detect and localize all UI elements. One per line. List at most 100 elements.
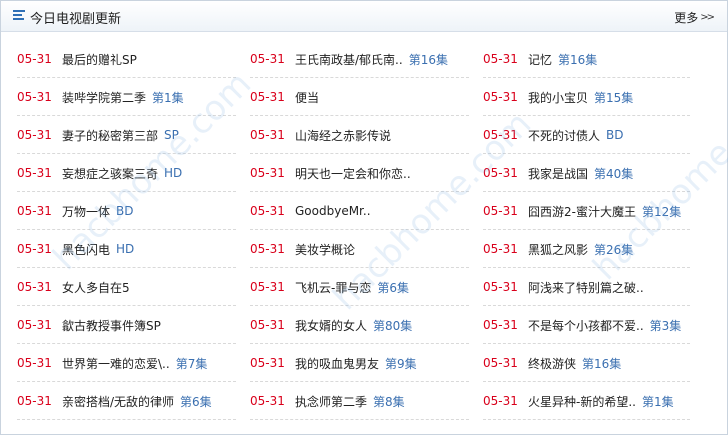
episode-link[interactable]: BD xyxy=(606,128,623,142)
show-title-link[interactable]: 我女婿的女人 xyxy=(295,317,367,334)
update-date: 05-31 xyxy=(483,280,518,294)
list-item[interactable]: 05-31 火星异种-新的希望.. 第1集 xyxy=(483,382,716,420)
list-item[interactable]: 05-31 不是每个小孩都不爱.. 第3集 xyxy=(483,306,716,344)
list-item[interactable]: 05-31 妄想症之骇案三奇 HD xyxy=(17,154,250,192)
episode-link[interactable]: 第7集 xyxy=(176,355,208,372)
show-title-link[interactable]: 飞机云-罪与恋 xyxy=(295,279,371,296)
episode-link[interactable]: HD xyxy=(116,242,134,256)
show-title-link[interactable]: 装哔学院第二季 xyxy=(62,89,146,106)
list-item[interactable]: 05-31 最后的赠礼SP xyxy=(17,40,250,78)
show-title-link[interactable]: 不是每个小孩都不爱.. xyxy=(528,317,644,334)
list-item[interactable]: 05-31 终极游侠 第16集 xyxy=(483,344,716,382)
list-item[interactable]: 05-31 万物一体 BD xyxy=(17,192,250,230)
show-title-link[interactable]: 火星异种-新的希望.. xyxy=(528,393,636,410)
update-date: 05-31 xyxy=(250,356,285,370)
show-title-link[interactable]: 黑狐之风影 xyxy=(528,241,588,258)
episode-link[interactable]: 第12集 xyxy=(642,203,681,220)
list-item[interactable]: 05-31 亲密搭档/无敌的律师 第6集 xyxy=(17,382,250,420)
show-title-link[interactable]: 记忆 xyxy=(528,51,552,68)
episode-link[interactable]: 第6集 xyxy=(180,393,212,410)
dashed-divider xyxy=(250,419,469,420)
list-item[interactable]: 05-31 GoodbyeMr.. xyxy=(250,192,483,230)
list-item[interactable]: 05-31 我的吸血鬼男友 第9集 xyxy=(250,344,483,382)
update-date: 05-31 xyxy=(250,90,285,104)
episode-link[interactable]: 第40集 xyxy=(594,165,633,182)
list-item[interactable]: 05-31 黑狐之风影 第26集 xyxy=(483,230,716,268)
show-title-link[interactable]: 执念师第二季 xyxy=(295,393,367,410)
episode-link[interactable]: BD xyxy=(116,204,133,218)
list-item[interactable]: 05-31 世界第一难的恋爱\.. 第7集 xyxy=(17,344,250,382)
update-date: 05-31 xyxy=(17,356,52,370)
episode-link[interactable]: 第8集 xyxy=(373,393,405,410)
show-title-link[interactable]: 妄想症之骇案三奇 xyxy=(62,165,158,182)
update-date: 05-31 xyxy=(17,166,52,180)
list-item[interactable]: 05-31 不死的讨债人 BD xyxy=(483,116,716,154)
list-item[interactable]: 05-31 明天也一定会和你恋.. xyxy=(250,154,483,192)
list-item[interactable]: 05-31 我的小宝贝 第15集 xyxy=(483,78,716,116)
show-title-link[interactable]: 山海经之赤影传说 xyxy=(295,127,391,144)
show-title-link[interactable]: 黑色闪电 xyxy=(62,241,110,258)
show-title-link[interactable]: 妻子的秘密第三部 xyxy=(62,127,158,144)
list-item[interactable]: 05-31 妻子的秘密第三部 SP xyxy=(17,116,250,154)
episode-link[interactable]: HD xyxy=(164,166,182,180)
list-item[interactable]: 05-31 山海经之赤影传说 xyxy=(250,116,483,154)
show-title-link[interactable]: 女人多自在5 xyxy=(62,279,130,296)
show-title-link[interactable]: 美妆学概论 xyxy=(295,241,355,258)
show-title-link[interactable]: 亲密搭档/无敌的律师 xyxy=(62,393,174,410)
show-title-link[interactable]: GoodbyeMr.. xyxy=(295,204,371,218)
episode-link[interactable]: SP xyxy=(164,128,179,142)
list-item[interactable]: 05-31 我家是战国 第40集 xyxy=(483,154,716,192)
update-date: 05-31 xyxy=(483,128,518,142)
episode-link[interactable]: 第9集 xyxy=(385,355,417,372)
list-item[interactable]: 05-31 飞机云-罪与恋 第6集 xyxy=(250,268,483,306)
show-title-link[interactable]: 王氏南政基/郁氏南.. xyxy=(295,51,403,68)
show-title-link[interactable]: 世界第一难的恋爱\.. xyxy=(62,355,170,372)
dashed-divider xyxy=(483,419,690,420)
episode-link[interactable]: 第6集 xyxy=(377,279,409,296)
episode-link[interactable]: 第26集 xyxy=(594,241,633,258)
show-title-link[interactable]: 万物一体 xyxy=(62,203,110,220)
episode-link[interactable]: 第16集 xyxy=(558,51,597,68)
show-title-link[interactable]: 明天也一定会和你恋.. xyxy=(295,165,411,182)
list-item[interactable]: 05-31 黑色闪电 HD xyxy=(17,230,250,268)
panel-header: 今日电视剧更新 更多 >> xyxy=(1,1,727,32)
episode-link[interactable]: 第3集 xyxy=(650,317,682,334)
show-title-link[interactable]: 便当 xyxy=(295,89,319,106)
episode-link[interactable]: 第1集 xyxy=(152,89,184,106)
more-link[interactable]: 更多 >> xyxy=(674,9,715,26)
list-item[interactable]: 05-31 执念师第二季 第8集 xyxy=(250,382,483,420)
list-item[interactable]: 05-31 女人多自在5 xyxy=(17,268,250,306)
episode-link[interactable]: 第16集 xyxy=(409,51,448,68)
list-item[interactable]: 05-31 囧西游2-蜜汁大魔王 第12集 xyxy=(483,192,716,230)
update-date: 05-31 xyxy=(17,52,52,66)
episode-link[interactable]: 第1集 xyxy=(642,393,674,410)
list-item[interactable]: 05-31 装哔学院第二季 第1集 xyxy=(17,78,250,116)
update-date: 05-31 xyxy=(483,318,518,332)
list-item[interactable]: 05-31 王氏南政基/郁氏南.. 第16集 xyxy=(250,40,483,78)
update-date: 05-31 xyxy=(483,242,518,256)
list-item[interactable]: 05-31 我女婿的女人 第80集 xyxy=(250,306,483,344)
list-item[interactable]: 05-31 歙古教授事件簿SP xyxy=(17,306,250,344)
show-title-link[interactable]: 阿浅来了特别篇之破.. xyxy=(528,279,644,296)
list-item[interactable]: 05-31 阿浅来了特别篇之破.. xyxy=(483,268,716,306)
episode-link[interactable]: 第16集 xyxy=(582,355,621,372)
show-title-link[interactable]: 歙古教授事件簿SP xyxy=(62,317,161,334)
show-title-link[interactable]: 最后的赠礼SP xyxy=(62,51,137,68)
show-title-link[interactable]: 我的吸血鬼男友 xyxy=(295,355,379,372)
episode-link[interactable]: 第15集 xyxy=(594,89,633,106)
show-title-link[interactable]: 我家是战国 xyxy=(528,165,588,182)
list-item[interactable]: 05-31 记忆 第16集 xyxy=(483,40,716,78)
update-date: 05-31 xyxy=(17,204,52,218)
update-date: 05-31 xyxy=(17,280,52,294)
show-title-link[interactable]: 不死的讨债人 xyxy=(528,127,600,144)
column-2: 05-31 王氏南政基/郁氏南.. 第16集 05-31 便当 05-31 山海经之赤影传说… xyxy=(250,40,483,420)
episode-link[interactable]: 第80集 xyxy=(373,317,412,334)
show-title-link[interactable]: 囧西游2-蜜汁大魔王 xyxy=(528,203,636,220)
update-grid: 05-31 最后的赠礼SP 05-31 装哔学院第二季 第1集 05-31 妻子的秘密第三部… xyxy=(1,40,727,420)
show-title-link[interactable]: 终极游侠 xyxy=(528,355,576,372)
show-title-link[interactable]: 我的小宝贝 xyxy=(528,89,588,106)
update-date: 05-31 xyxy=(250,394,285,408)
update-date: 05-31 xyxy=(250,242,285,256)
list-item[interactable]: 05-31 便当 xyxy=(250,78,483,116)
list-item[interactable]: 05-31 美妆学概论 xyxy=(250,230,483,268)
